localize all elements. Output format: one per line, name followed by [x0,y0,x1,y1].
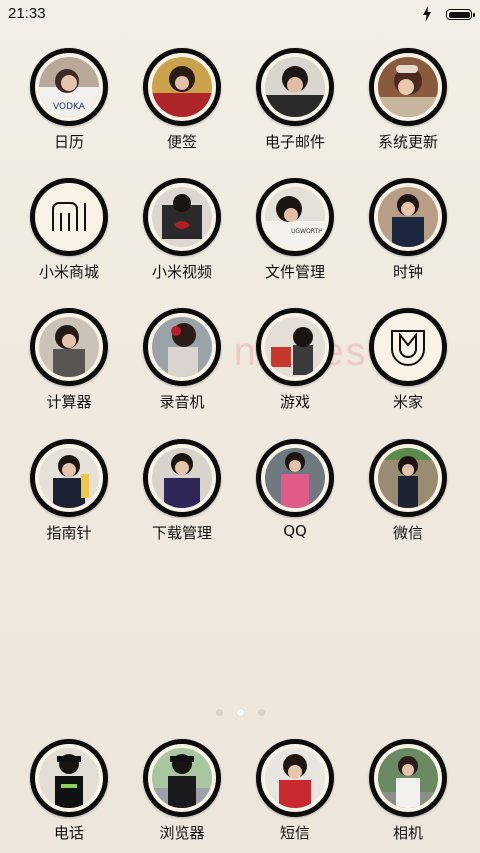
app-label: 电子邮件 [264,133,325,151]
app-notes[interactable]: 便签 [132,48,232,152]
app-calculator[interactable]: 计算器 [19,308,119,412]
app-label: 便签 [166,133,197,151]
email-photo-icon [256,48,334,126]
app-label: 下载管理 [151,524,212,542]
recorder-photo-icon [143,308,221,386]
app-label: 小米视频 [151,263,212,281]
app-wechat[interactable]: 微信 [358,439,458,543]
app-clock[interactable]: 时钟 [358,178,458,282]
app-label: 小米商城 [38,263,99,281]
status-time: 21:33 [8,5,46,22]
dock-browser[interactable]: 浏览器 [132,739,232,843]
app-label: 日历 [53,133,84,151]
app-label: 计算器 [46,393,92,411]
app-calendar[interactable]: VODKA 日历 [19,48,119,152]
dock-messages[interactable]: 短信 [245,739,345,843]
app-label: 文件管理 [264,263,325,281]
app-label: 相机 [392,824,423,842]
app-label: 微信 [392,524,423,542]
svg-text:VODKA: VODKA [53,102,86,112]
app-mi-video[interactable]: 小米视频 [132,178,232,282]
charging-bolt-icon [422,6,432,22]
battery-icon [446,9,475,20]
browser-photo-icon [143,739,221,817]
notes-photo-icon [143,48,221,126]
app-label: 指南针 [46,524,92,542]
app-label: 短信 [279,824,310,842]
page-indicator[interactable] [0,702,480,716]
app-mi-store[interactable]: 小米商城 [19,178,119,282]
app-mijia[interactable]: 米家 [358,308,458,412]
games-photo-icon [256,308,334,386]
app-system-update[interactable]: 系统更新 [358,48,458,152]
app-label: QQ [283,522,307,540]
app-label: 时钟 [392,263,423,281]
dock-phone[interactable]: 电话 [19,739,119,843]
downloads-photo-icon [143,439,221,517]
app-file-manager[interactable]: UGWORTH 文件管理 [245,178,345,282]
messages-photo-icon [256,739,334,817]
app-label: 浏览器 [159,824,205,842]
page-dot[interactable] [257,709,265,716]
app-compass[interactable]: 指南针 [19,439,119,543]
clock-photo-icon [369,178,447,256]
phone-photo-icon [30,739,108,817]
app-label: 游戏 [279,393,310,411]
qq-photo-icon [256,439,334,517]
page-dot[interactable] [215,709,223,716]
status-bar: 21:33 [0,0,480,28]
app-label: 系统更新 [377,133,438,151]
app-downloads[interactable]: 下载管理 [132,439,232,543]
wechat-photo-icon [369,439,447,517]
mi-video-photo-icon [143,178,221,256]
mi-logo-icon [30,178,108,256]
app-recorder[interactable]: 录音机 [132,308,232,412]
camera-photo-icon [369,739,447,817]
app-label: 录音机 [159,393,205,411]
page-dot-active[interactable] [236,709,244,716]
file-manager-photo-icon: UGWORTH [256,178,334,256]
system-update-photo-icon [369,48,447,126]
status-icons [412,6,475,22]
app-email[interactable]: 电子邮件 [245,48,345,152]
app-label: 米家 [392,393,423,411]
compass-photo-icon [30,439,108,517]
mijia-logo-icon [369,308,447,386]
calculator-photo-icon [30,308,108,386]
dock-camera[interactable]: 相机 [358,739,458,843]
app-games[interactable]: 游戏 [245,308,345,412]
calendar-photo-icon: VODKA [30,48,108,126]
svg-text:UGWORTH: UGWORTH [291,228,323,235]
app-qq[interactable]: QQ [245,439,345,540]
app-label: 电话 [53,824,84,842]
